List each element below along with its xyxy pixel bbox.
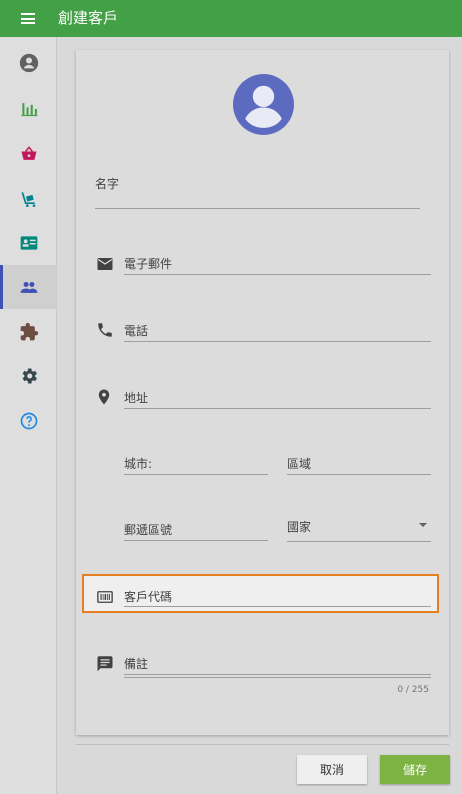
puzzle-icon xyxy=(20,322,38,341)
sidebar-item-reports[interactable] xyxy=(0,87,57,131)
notes-label: 備註 xyxy=(124,657,149,671)
barcode-icon xyxy=(97,591,113,603)
region-label: 區域 xyxy=(287,457,312,471)
shopping-basket-icon xyxy=(21,146,36,160)
postal-code-label: 郵遞區號 xyxy=(124,523,173,537)
city-label: 城市: xyxy=(124,457,153,471)
postal-code-field[interactable] xyxy=(124,540,268,541)
notes-char-counter: 0 / 255 xyxy=(397,685,429,695)
note-comment-icon xyxy=(97,656,113,672)
help-icon xyxy=(20,412,37,430)
notes-field[interactable] xyxy=(124,674,431,675)
email-label: 電子郵件 xyxy=(124,257,173,271)
address-field[interactable] xyxy=(124,408,431,409)
sidebar-item-customers[interactable] xyxy=(0,265,57,309)
sidebar xyxy=(0,37,57,794)
country-label: 國家 xyxy=(287,520,312,534)
bar-chart-icon xyxy=(21,103,37,117)
save-button[interactable]: 儲存 xyxy=(380,755,450,784)
divider xyxy=(76,744,449,745)
sidebar-item-purchases[interactable] xyxy=(0,177,57,221)
page-title: 創建客戶 xyxy=(58,9,119,27)
app-bar: 創建客戶 xyxy=(0,0,462,37)
email-field[interactable] xyxy=(124,274,431,275)
city-field[interactable] xyxy=(124,474,268,475)
email-icon xyxy=(97,258,113,270)
people-icon xyxy=(20,282,37,293)
phone-field[interactable] xyxy=(124,341,431,342)
address-label: 地址 xyxy=(124,391,149,405)
cart-icon xyxy=(21,192,35,207)
country-select[interactable] xyxy=(287,541,431,542)
sidebar-item-settings[interactable] xyxy=(0,354,57,398)
phone-icon xyxy=(98,323,112,337)
notes-field-underline xyxy=(124,677,431,678)
customer-code-label: 客戶代碼 xyxy=(124,590,173,604)
region-field[interactable] xyxy=(287,474,431,475)
name-field[interactable] xyxy=(95,208,420,209)
settings-icon xyxy=(22,368,37,384)
customer-code-field[interactable] xyxy=(124,606,431,607)
cancel-button[interactable]: 取消 xyxy=(297,755,367,784)
sidebar-item-help[interactable] xyxy=(0,399,57,443)
sidebar-item-account[interactable] xyxy=(0,41,57,85)
contact-card-icon xyxy=(20,236,37,250)
chevron-down-icon[interactable] xyxy=(419,523,427,527)
name-label: 名字 xyxy=(95,177,120,191)
sidebar-item-sales[interactable] xyxy=(0,132,57,176)
sidebar-item-extensions[interactable] xyxy=(0,310,57,354)
account-circle-icon xyxy=(19,53,38,73)
menu-icon[interactable] xyxy=(21,13,35,24)
location-pin-icon xyxy=(98,389,110,405)
phone-label: 電話 xyxy=(124,324,149,338)
sidebar-item-contacts[interactable] xyxy=(0,221,57,265)
avatar-icon[interactable] xyxy=(233,74,294,135)
